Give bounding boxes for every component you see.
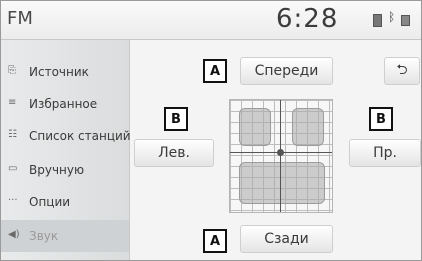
sidebar-item-options[interactable]: ··· Опции	[1, 186, 129, 218]
back-icon: ⮌	[396, 62, 408, 78]
clock: 6:28	[276, 4, 339, 34]
options-icon: ···	[8, 195, 18, 206]
sidebar-item-sound[interactable]: ◀) Звук	[1, 220, 129, 252]
sidebar: ⎘ Источник ≡ Избранное ☷ Список станций …	[1, 40, 131, 260]
front-button[interactable]: Спереди	[240, 57, 333, 85]
manual-icon: ▭	[8, 163, 18, 174]
callout-a-rear: A	[203, 229, 227, 253]
bluetooth-icon: ᛒ	[388, 10, 396, 24]
balance-fader-grid[interactable]	[229, 99, 333, 213]
favorites-icon: ≡	[8, 97, 17, 108]
speaker-icon: ◀)	[8, 229, 20, 240]
app-window: FM 6:28 ᛒ ⎘ Источник ≡ Избранное ☷ Списо…	[0, 0, 422, 261]
back-button[interactable]: ⮌	[384, 57, 420, 85]
sidebar-item-label: Опции	[29, 195, 71, 209]
signal-icon	[401, 15, 410, 26]
left-button[interactable]: Лев.	[134, 139, 214, 167]
sidebar-item-label: Звук	[29, 229, 59, 243]
station-list-icon: ☷	[8, 129, 17, 140]
callout-b-right: B	[369, 107, 393, 131]
app-title: FM	[7, 8, 33, 29]
rear-seat	[239, 162, 325, 204]
sidebar-item-label: Источник	[29, 65, 89, 79]
status-bar: FM 6:28 ᛒ	[1, 1, 421, 40]
front-right-seat	[292, 108, 324, 146]
sidebar-item-favorites[interactable]: ≡ Избранное	[1, 88, 129, 120]
callout-a-front: A	[203, 59, 227, 83]
phone-battery-icon	[373, 14, 382, 27]
sidebar-item-station-list[interactable]: ☷ Список станций	[1, 120, 131, 152]
right-button[interactable]: Пр.	[349, 139, 421, 167]
sidebar-item-label: Список станций	[29, 129, 131, 143]
source-icon: ⎘	[8, 65, 16, 76]
sidebar-item-manual[interactable]: ▭ Вручную	[1, 154, 129, 186]
sidebar-item-source[interactable]: ⎘ Источник	[1, 56, 129, 88]
sidebar-item-label: Избранное	[29, 97, 98, 111]
sidebar-item-label: Вручную	[29, 163, 85, 177]
callout-b-left: B	[164, 107, 188, 131]
rear-button[interactable]: Сзади	[240, 225, 333, 253]
front-left-seat	[239, 108, 271, 146]
balance-position-marker[interactable]	[277, 149, 284, 156]
